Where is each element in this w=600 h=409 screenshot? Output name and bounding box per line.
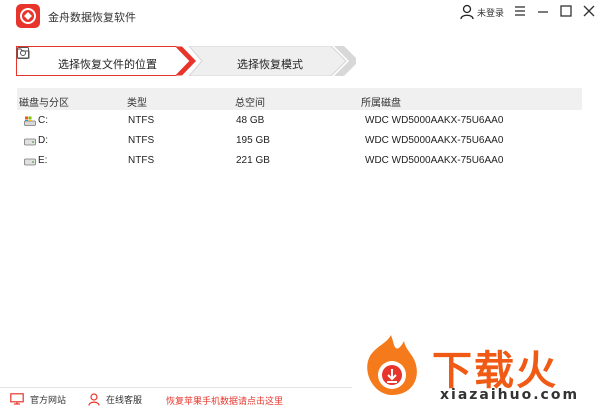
login-label: 未登录 <box>477 7 505 18</box>
drive-letter: E: <box>38 155 48 166</box>
official-website-button[interactable]: 官方网站 <box>10 392 66 406</box>
step-mode-label: 选择恢复模式 <box>237 59 303 71</box>
online-support-button[interactable]: 在线客服 <box>88 392 142 406</box>
mobile-recovery-link[interactable]: 恢复苹果手机数据请点击这里 <box>166 394 283 407</box>
watermark-url: xiazaihuo.com <box>440 387 580 403</box>
drive-letter: C: <box>38 115 48 126</box>
total-size: 48 GB <box>236 115 265 126</box>
column-header-disk[interactable]: 所属磁盘 <box>361 94 401 109</box>
filesystem-type: NTFS <box>128 135 155 146</box>
total-size: 195 GB <box>236 135 270 146</box>
support-icon <box>88 392 100 406</box>
hard-drive-icon <box>24 158 36 166</box>
monitor-icon <box>10 393 24 405</box>
steps-bar: 选择恢复文件的位置 选择恢复模式 <box>16 46 356 76</box>
app-logo <box>16 4 40 28</box>
hard-drive-icon <box>24 138 36 146</box>
app-title: 金舟数据恢复软件 <box>48 12 136 24</box>
title-bar: 金舟数据恢复软件 未登录 <box>0 0 600 32</box>
filesystem-type: NTFS <box>128 155 155 166</box>
total-size: 221 GB <box>236 155 270 166</box>
drive-letter: D: <box>38 135 48 146</box>
disk-model: WDC WD5000AAKX-75U6AA0 <box>365 115 504 126</box>
online-support-label: 在线客服 <box>106 394 143 405</box>
table-row[interactable]: E: NTFS 221 GB WDC WD5000AAKX-75U6AA0 <box>17 151 582 171</box>
user-icon <box>460 4 474 20</box>
close-icon[interactable] <box>582 4 596 18</box>
menu-icon[interactable] <box>513 4 527 18</box>
watermark-flame-icon <box>367 335 417 395</box>
minimize-icon[interactable] <box>536 4 550 18</box>
recovery-mode-icon <box>17 47 29 59</box>
filesystem-type: NTFS <box>128 115 155 126</box>
maximize-icon[interactable] <box>559 4 573 18</box>
system-drive-icon <box>24 116 36 126</box>
disk-model: WDC WD5000AAKX-75U6AA0 <box>365 155 504 166</box>
column-header-type[interactable]: 类型 <box>127 94 147 109</box>
table-row[interactable]: C: NTFS 48 GB WDC WD5000AAKX-75U6AA0 <box>17 111 582 131</box>
footer-divider <box>0 387 352 388</box>
column-header-partition[interactable]: 磁盘与分区 <box>19 94 69 109</box>
login-button[interactable]: 未登录 <box>460 4 504 20</box>
step-location-label: 选择恢复文件的位置 <box>58 59 157 71</box>
column-header-size[interactable]: 总空间 <box>235 94 265 109</box>
table-header: 磁盘与分区 类型 总空间 所属磁盘 <box>17 88 582 110</box>
official-website-label: 官方网站 <box>30 394 67 405</box>
disk-model: WDC WD5000AAKX-75U6AA0 <box>365 135 504 146</box>
table-row[interactable]: D: NTFS 195 GB WDC WD5000AAKX-75U6AA0 <box>17 131 582 151</box>
